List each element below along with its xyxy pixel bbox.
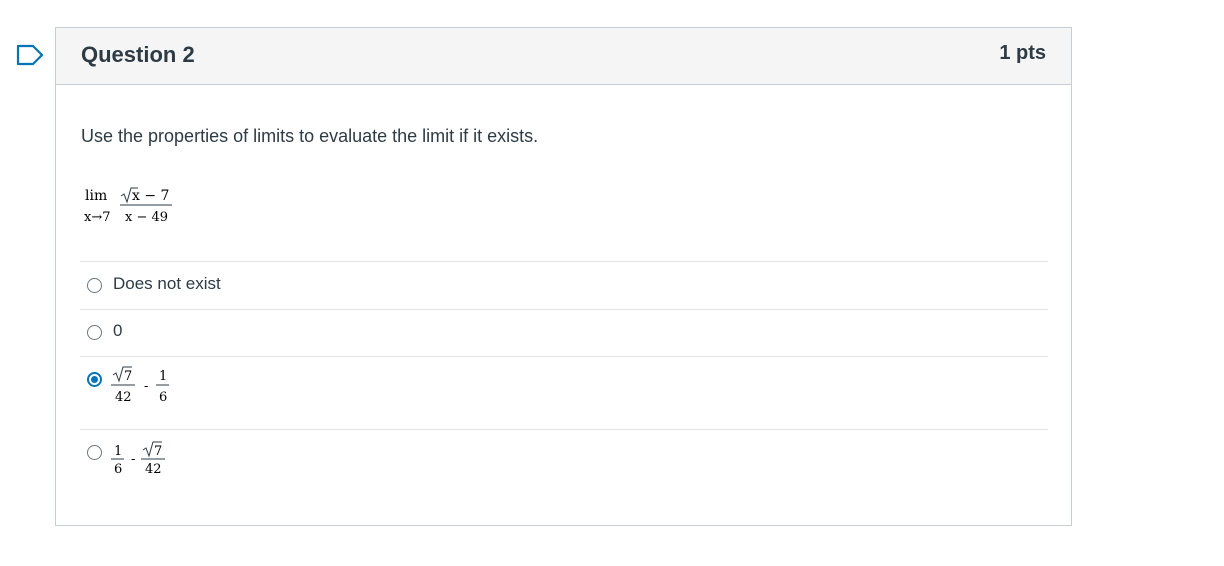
expr4-first-den: 6 xyxy=(114,462,122,477)
answer-option-1[interactable]: Does not exist xyxy=(80,261,1048,309)
expr4-second-den: 42 xyxy=(145,462,162,477)
answer-option-2[interactable]: 0 xyxy=(80,309,1048,356)
answer-radio-4[interactable] xyxy=(87,445,102,460)
answer-label-1: Does not exist xyxy=(113,274,221,293)
lim-numerator: x − 7 xyxy=(132,188,169,204)
lim-text: lim xyxy=(85,188,107,204)
answer-radio-3-selected[interactable] xyxy=(87,372,102,387)
answer-list: Does not exist 0 7 42 - 1 6 1 6 - 7 42 xyxy=(80,261,1048,495)
expr3-second-num: 1 xyxy=(159,369,167,384)
lim-approach: x→7 xyxy=(84,210,111,225)
bookmark-flag-icon[interactable] xyxy=(16,44,44,66)
answer-radio-2[interactable] xyxy=(87,325,102,340)
answer-option-3[interactable]: 7 42 - 1 6 xyxy=(80,356,1048,429)
question-card: Question 2 1 pts Use the properties of l… xyxy=(55,27,1072,526)
expr4-first-num: 1 xyxy=(114,444,122,459)
question-title: Question 2 xyxy=(81,42,195,67)
answer-option-4[interactable]: 1 6 - 7 42 xyxy=(80,429,1048,495)
answer-expression-3: 7 42 - 1 6 xyxy=(111,366,169,405)
answer-radio-1[interactable] xyxy=(87,278,102,293)
expr3-second-den: 6 xyxy=(159,390,167,405)
question-header: Question 2 1 pts xyxy=(56,28,1071,85)
limit-expression: lim x→7 x − 7 x − 49 xyxy=(84,187,172,225)
expr3-first-radicand: 7 xyxy=(124,369,132,384)
answer-expression-4: 1 6 - 7 42 xyxy=(111,441,165,477)
lim-denominator: x − 49 xyxy=(125,210,168,225)
expr4-second-radicand: 7 xyxy=(154,444,162,459)
question-points: 1 pts xyxy=(999,42,1046,64)
expr3-op: - xyxy=(144,379,148,394)
answer-label-2: 0 xyxy=(113,321,123,340)
expr3-first-den: 42 xyxy=(115,390,132,405)
expr4-op: - xyxy=(131,452,135,467)
question-prompt: Use the properties of limits to evaluate… xyxy=(81,126,539,146)
